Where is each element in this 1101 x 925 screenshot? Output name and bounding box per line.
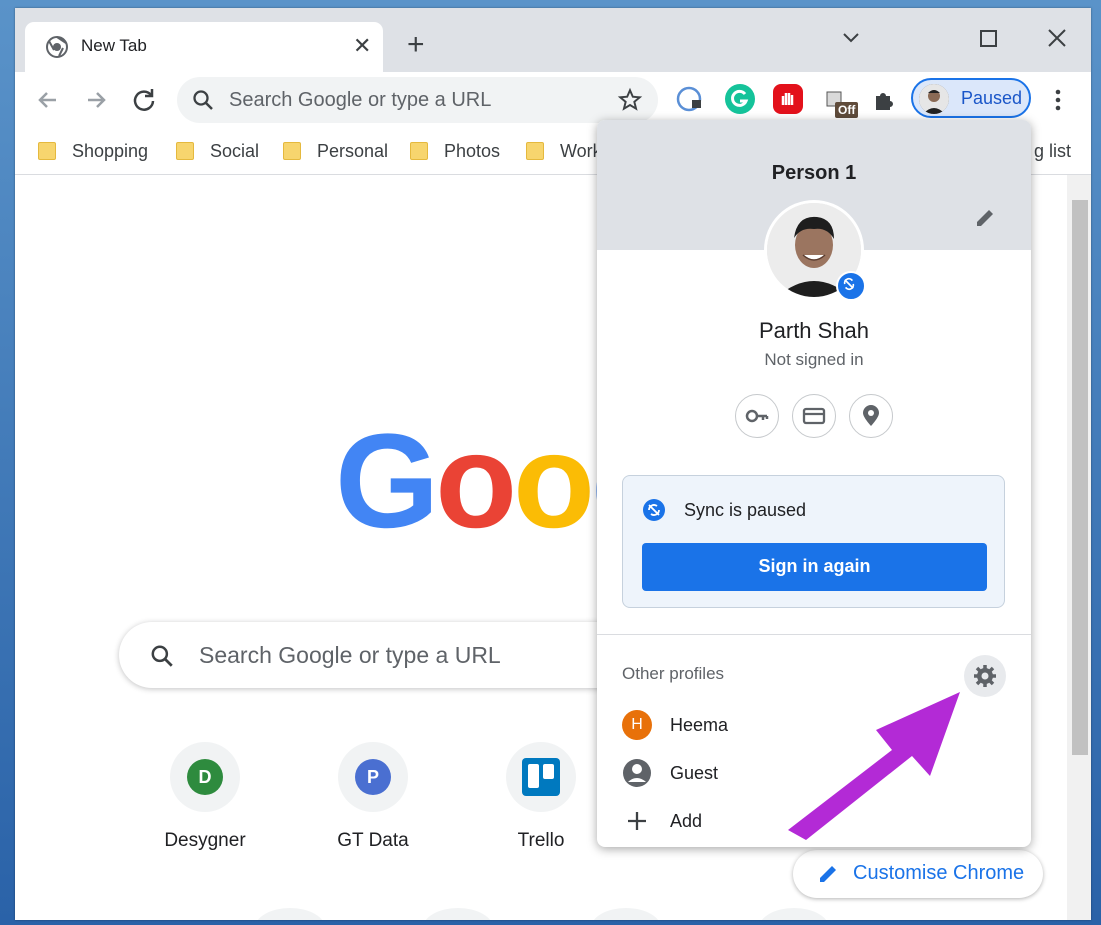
shortcut-label: Trello <box>517 830 565 851</box>
forward-icon[interactable] <box>80 84 112 116</box>
plus-icon <box>628 812 646 830</box>
profile-chip-label: Paused <box>961 88 1023 108</box>
shortcut-tile[interactable] <box>591 908 661 920</box>
sync-paused-icon <box>836 271 866 301</box>
sign-in-label: Sign in again <box>758 556 871 576</box>
customise-chrome-button[interactable]: Customise Chrome <box>793 850 1043 898</box>
bookmark-label: Photos <box>444 141 501 161</box>
omnibox-placeholder: Search Google or type a URL <box>229 89 492 111</box>
reading-list-label[interactable]: g list <box>1034 141 1071 162</box>
bookmark-label: Shopping <box>72 141 149 161</box>
more-menu-icon[interactable] <box>1042 84 1074 116</box>
annotation-arrow <box>788 692 960 840</box>
reload-icon[interactable] <box>128 84 160 116</box>
tab-search-icon[interactable] <box>831 18 871 58</box>
tab-new-tab[interactable]: New Tab ✕ <box>25 22 383 72</box>
sign-in-again-button[interactable]: Sign in again <box>642 543 987 591</box>
adblock-extension-icon[interactable] <box>773 84 803 114</box>
close-window-icon[interactable] <box>1037 18 1077 58</box>
guest-user-icon <box>623 759 651 787</box>
bookmark-label: Social <box>210 141 260 161</box>
folder-icon <box>526 142 544 160</box>
pencil-icon <box>820 866 836 882</box>
grammarly-extension-icon[interactable] <box>725 84 755 114</box>
sync-status-card: Sync is paused Sign in again <box>622 475 1005 608</box>
maximize-icon[interactable] <box>968 18 1008 58</box>
shortcut-badge: D <box>187 759 223 795</box>
search-icon <box>193 90 213 110</box>
scrollbar-thumb[interactable] <box>1072 200 1088 755</box>
key-icon <box>745 409 769 423</box>
coffee-badge: Off <box>835 102 859 118</box>
shortcut-gt-data[interactable]: P GT Data <box>303 733 443 863</box>
avatar <box>919 84 949 114</box>
divider <box>597 634 1031 635</box>
ntp-search-box[interactable]: Search Google or type a URL <box>119 622 679 688</box>
folder-icon <box>410 142 428 160</box>
profile-name: Parth Shah <box>758 318 870 343</box>
profile-item-label: Guest <box>670 763 719 783</box>
shortcut-desygner[interactable]: D Desygner <box>135 733 275 863</box>
ntp-search-placeholder: Search Google or type a URL <box>199 642 501 668</box>
gear-icon <box>974 665 996 687</box>
sync-status-text: Sync is paused <box>684 500 807 520</box>
customise-label: Customise Chrome <box>853 862 1025 884</box>
new-tab-button[interactable]: + <box>407 30 425 60</box>
sync-paused-icon <box>643 499 665 521</box>
bookmark-star-icon[interactable] <box>617 87 643 113</box>
location-pin-icon <box>863 405 879 426</box>
profile-initial-avatar: H <box>622 710 652 740</box>
chrome-icon <box>46 36 68 58</box>
tab-title: New Tab <box>81 36 147 55</box>
credit-card-icon <box>802 407 826 425</box>
profile-status: Not signed in <box>764 350 864 369</box>
profile-item-label: Heema <box>670 715 729 735</box>
folder-icon <box>283 142 301 160</box>
shortcut-trello[interactable]: Trello <box>471 733 611 863</box>
shortcut-badge: P <box>355 759 391 795</box>
password-manager-extension-icon[interactable] <box>675 84 705 114</box>
panel-title: Person 1 <box>771 162 857 184</box>
folder-icon <box>176 142 194 160</box>
shortcut-tile[interactable] <box>759 908 829 920</box>
folder-icon <box>38 142 56 160</box>
shortcut-tile: P <box>338 742 408 812</box>
tab-strip: New Tab ✕ + <box>15 8 1091 72</box>
addresses-button[interactable] <box>849 394 893 438</box>
back-icon[interactable] <box>32 84 64 116</box>
shortcut-tile: D <box>170 742 240 812</box>
coffee-extension-icon[interactable]: Off <box>821 84 859 118</box>
manage-profiles-button[interactable] <box>964 655 1006 697</box>
omnibox[interactable]: Search Google or type a URL <box>177 77 658 123</box>
page-scrollbar[interactable] <box>1067 175 1091 920</box>
shortcut-tile[interactable] <box>255 908 325 920</box>
close-tab-icon[interactable]: ✕ <box>353 32 371 60</box>
edit-pencil-icon[interactable] <box>969 202 1001 234</box>
profile-item-label: Add <box>670 811 703 831</box>
shortcut-tile <box>506 742 576 812</box>
bookmark-label: Work <box>560 141 602 161</box>
shortcut-label: GT Data <box>337 830 409 851</box>
bookmark-label: Personal <box>317 141 389 161</box>
payment-methods-button[interactable] <box>792 394 836 438</box>
shortcut-tile[interactable] <box>423 908 493 920</box>
search-icon <box>151 645 173 667</box>
other-profiles-heading: Other profiles <box>622 664 725 683</box>
trello-icon <box>522 758 560 796</box>
shortcut-label: Desygner <box>164 830 246 851</box>
puzzle-extensions-icon[interactable] <box>868 84 900 116</box>
passwords-button[interactable] <box>735 394 779 438</box>
profile-chip[interactable]: Paused <box>911 78 1031 118</box>
